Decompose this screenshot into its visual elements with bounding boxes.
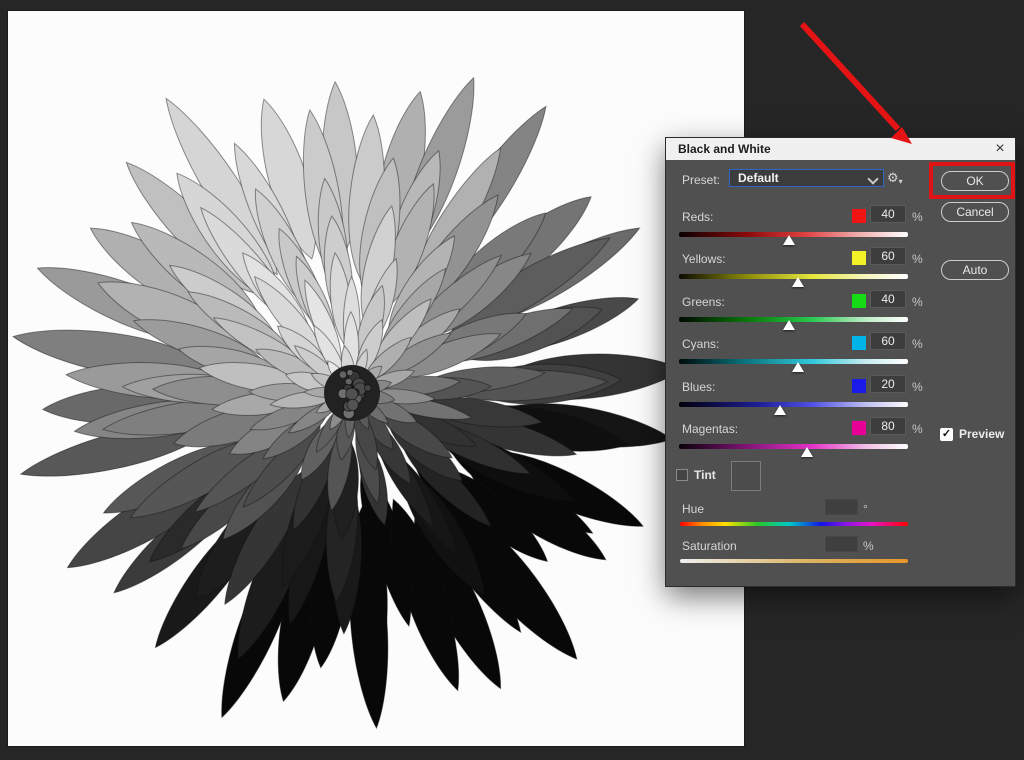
channel-slider[interactable] bbox=[679, 232, 908, 248]
hue-value-input bbox=[825, 499, 858, 515]
channel-label: Blues: bbox=[682, 380, 715, 394]
channel-unit: % bbox=[912, 422, 923, 436]
channel-slider[interactable] bbox=[679, 444, 908, 460]
slider-thumb-icon[interactable] bbox=[801, 447, 813, 457]
channel-unit: % bbox=[912, 252, 923, 266]
channel-color-swatch bbox=[852, 294, 866, 308]
checkbox-checked-icon[interactable]: ✓ bbox=[940, 428, 953, 441]
saturation-slider bbox=[680, 559, 908, 563]
slider-track[interactable] bbox=[679, 402, 908, 407]
slider-track[interactable] bbox=[679, 444, 908, 449]
slider-thumb-icon[interactable] bbox=[792, 277, 804, 287]
channel-value-input[interactable] bbox=[870, 375, 906, 393]
channel-unit: % bbox=[912, 337, 923, 351]
hue-unit: ° bbox=[863, 502, 868, 516]
channel-color-swatch bbox=[852, 379, 866, 393]
slider-thumb-icon[interactable] bbox=[792, 362, 804, 372]
channel-unit: % bbox=[912, 295, 923, 309]
dialog-titlebar[interactable]: Black and White × bbox=[666, 138, 1015, 160]
ok-button[interactable]: OK bbox=[941, 171, 1009, 191]
channel-label: Magentas: bbox=[682, 422, 738, 436]
channel-value-input[interactable] bbox=[870, 417, 906, 435]
preview-checkbox[interactable]: ✓ Preview bbox=[940, 427, 1004, 441]
channel-value-input[interactable] bbox=[870, 247, 906, 265]
channel-unit: % bbox=[912, 380, 923, 394]
channel-slider[interactable] bbox=[679, 317, 908, 333]
preset-label: Preset: bbox=[682, 173, 720, 187]
channel-unit: % bbox=[912, 210, 923, 224]
cancel-button[interactable]: Cancel bbox=[941, 202, 1009, 222]
hue-label: Hue bbox=[682, 502, 704, 516]
channel-slider[interactable] bbox=[679, 359, 908, 375]
chevron-down-icon bbox=[867, 173, 878, 184]
screenshot-stage: Black and White × Preset: Default ⚙▾ OK … bbox=[0, 0, 1024, 760]
channel-color-swatch bbox=[852, 251, 866, 265]
black-and-white-dialog: Black and White × Preset: Default ⚙▾ OK … bbox=[666, 138, 1015, 586]
channel-slider[interactable] bbox=[679, 402, 908, 418]
channel-value-input[interactable] bbox=[870, 332, 906, 350]
channel-color-swatch bbox=[852, 421, 866, 435]
channel-label: Cyans: bbox=[682, 337, 719, 351]
flower-image bbox=[8, 11, 744, 746]
preset-value: Default bbox=[738, 171, 779, 185]
slider-thumb-icon[interactable] bbox=[774, 405, 786, 415]
channel-label: Yellows: bbox=[682, 252, 726, 266]
slider-thumb-icon[interactable] bbox=[783, 235, 795, 245]
preview-label: Preview bbox=[959, 427, 1004, 441]
auto-button[interactable]: Auto bbox=[941, 260, 1009, 280]
preset-dropdown[interactable]: Default bbox=[729, 169, 884, 187]
tint-color-swatch[interactable] bbox=[731, 461, 761, 491]
channel-slider[interactable] bbox=[679, 274, 908, 290]
saturation-label: Saturation bbox=[682, 539, 737, 553]
channel-color-swatch bbox=[852, 336, 866, 350]
close-icon[interactable]: × bbox=[991, 138, 1009, 160]
channel-label: Greens: bbox=[682, 295, 725, 309]
channel-label: Reds: bbox=[682, 210, 713, 224]
saturation-value-input bbox=[825, 536, 858, 552]
document-canvas bbox=[8, 11, 744, 746]
hue-slider bbox=[680, 522, 908, 526]
dialog-title: Black and White bbox=[678, 142, 771, 156]
tint-label: Tint bbox=[694, 468, 716, 482]
channel-value-input[interactable] bbox=[870, 205, 906, 223]
slider-thumb-icon[interactable] bbox=[783, 320, 795, 330]
saturation-unit: % bbox=[863, 539, 874, 553]
tint-checkbox[interactable] bbox=[676, 469, 688, 481]
channel-color-swatch bbox=[852, 209, 866, 223]
channel-value-input[interactable] bbox=[870, 290, 906, 308]
preset-options-gear-icon[interactable]: ⚙▾ bbox=[887, 171, 903, 186]
